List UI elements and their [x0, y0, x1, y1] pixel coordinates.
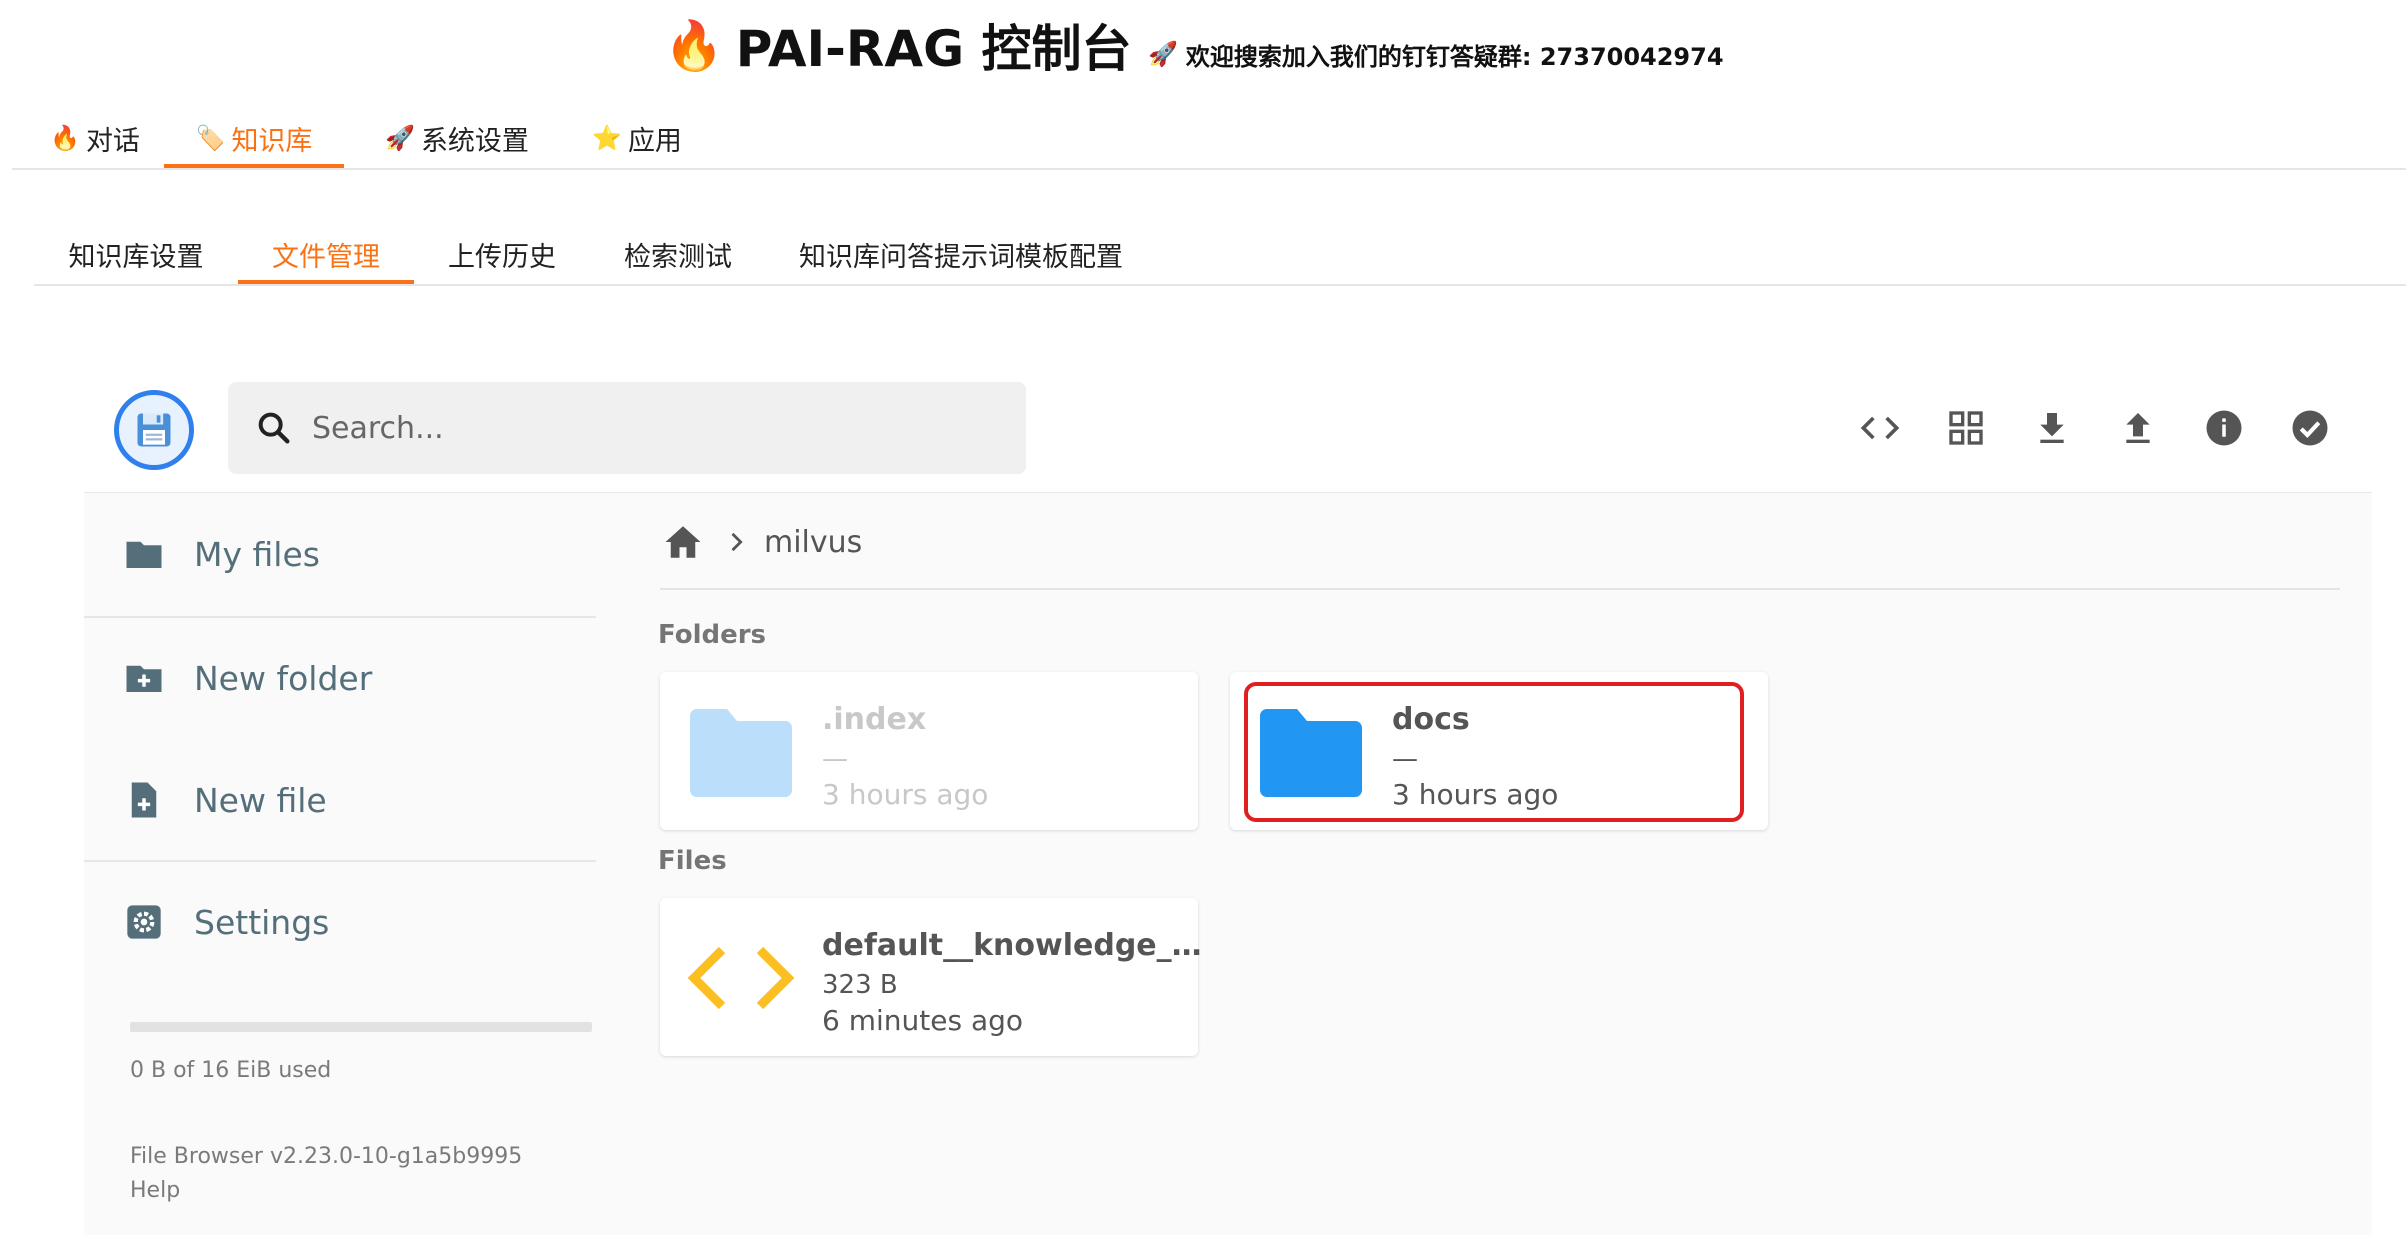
sub-tab-bar: 知识库设置 文件管理 上传历史 检索测试 知识库问答提示词模板配置: [34, 226, 2406, 286]
tab-apps[interactable]: ⭐ 应用: [582, 110, 692, 166]
file-card[interactable]: default__knowledge__d... 323 B 6 minutes…: [660, 898, 1202, 1056]
tab-retrieval-test[interactable]: 检索测试: [590, 226, 766, 282]
fire-icon: 🔥: [50, 124, 80, 152]
version-text: File Browser v2.23.0-10-g1a5b9995: [130, 1144, 523, 1169]
breadcrumb-divider: [660, 588, 2340, 590]
header-notice-text: 欢迎搜索加入我们的钉钉答疑群: 27370042974: [1185, 42, 1724, 71]
folder-size: —: [1392, 744, 1418, 774]
search-icon: [258, 412, 290, 444]
folder-modified-time: 3 hours ago: [822, 778, 989, 811]
tab-apps-label: 应用: [627, 125, 682, 157]
folder-icon: [690, 709, 792, 797]
home-icon[interactable]: [662, 521, 704, 563]
top-tab-bar: 🔥 对话 🏷️ 知识库 🚀 系统设置 ⭐ 应用: [12, 110, 2406, 170]
tab-knowledge-base[interactable]: 🏷️ 知识库: [164, 110, 344, 168]
chevron-right-icon: [731, 532, 743, 552]
sidebar-new-folder-label: New folder: [194, 658, 373, 698]
sidebar-settings[interactable]: Settings: [84, 862, 594, 982]
folder-icon: [1260, 709, 1362, 797]
tab-chat[interactable]: 🔥 对话: [40, 110, 150, 166]
create-folder-icon: [122, 656, 166, 700]
sidebar-my-files-label: My files: [194, 534, 320, 574]
search-bar[interactable]: [228, 382, 1026, 474]
folder-card-index[interactable]: .index — 3 hours ago: [660, 672, 1198, 830]
star-icon: ⭐: [592, 124, 622, 152]
sidebar-my-files[interactable]: My files: [84, 494, 594, 614]
upload-icon: [2126, 413, 2150, 443]
help-link[interactable]: Help: [130, 1178, 180, 1203]
filebrowser-logo[interactable]: [114, 390, 194, 470]
storage-progress-bar: [130, 1022, 592, 1032]
folder-card-docs[interactable]: docs — 3 hours ago: [1230, 672, 1768, 830]
tab-retrieval-test-label: 检索测试: [624, 241, 732, 273]
label-icon: 🏷️: [195, 124, 226, 152]
search-input[interactable]: [310, 409, 994, 447]
tab-upload-history-label: 上传历史: [448, 241, 556, 273]
tab-system-settings[interactable]: 🚀 系统设置: [372, 110, 542, 166]
download-button[interactable]: [2028, 404, 2076, 452]
sidebar-new-folder[interactable]: New folder: [84, 618, 594, 738]
files-section-label: Files: [658, 846, 727, 876]
tab-prompt-template[interactable]: 知识库问答提示词模板配置: [766, 226, 1156, 282]
tab-file-management[interactable]: 文件管理: [238, 226, 414, 284]
folder-name: docs: [1392, 702, 1470, 737]
folder-modified-time: 3 hours ago: [1392, 778, 1559, 811]
file-name: default__knowledge__d...: [822, 928, 1202, 963]
file-size: 323 B: [822, 970, 898, 1000]
check-circle-icon: [2292, 410, 2328, 446]
select-button[interactable]: [2286, 404, 2334, 452]
info-button[interactable]: [2200, 404, 2248, 452]
switch-view-button[interactable]: [1942, 404, 1990, 452]
breadcrumb: milvus: [662, 512, 862, 572]
tab-file-management-label: 文件管理: [272, 241, 380, 273]
tab-chat-label: 对话: [85, 125, 140, 157]
tab-prompt-template-label: 知识库问答提示词模板配置: [799, 241, 1123, 273]
sidebar-settings-label: Settings: [194, 902, 330, 942]
header-notice: 🚀 欢迎搜索加入我们的钉钉答疑群: 27370042974: [1148, 34, 1724, 74]
toggle-code-button[interactable]: [1856, 404, 1904, 452]
rocket-icon: 🚀: [385, 124, 415, 152]
app-title: 🔥 PAI-RAG 控制台: [664, 10, 1132, 80]
tab-knowledge-base-label: 知识库: [231, 125, 313, 157]
sidebar-new-file-label: New file: [194, 780, 327, 820]
storage-usage-text: 0 B of 16 EiB used: [130, 1058, 332, 1083]
folder-size: —: [822, 744, 848, 774]
upload-button[interactable]: [2114, 404, 2162, 452]
download-icon: [2040, 413, 2064, 443]
info-icon: [2206, 410, 2242, 446]
settings-icon: [122, 900, 166, 944]
grid-view-icon: [1949, 411, 1983, 445]
tab-system-settings-label: 系统设置: [420, 125, 529, 157]
breadcrumb-current-folder[interactable]: milvus: [764, 525, 862, 560]
code-icon: [1860, 416, 1900, 440]
create-file-icon: [122, 778, 166, 822]
folder-icon: [122, 532, 166, 576]
tab-kb-settings-label: 知识库设置: [68, 241, 204, 273]
rocket-icon: 🚀: [1148, 40, 1178, 68]
tab-upload-history[interactable]: 上传历史: [414, 226, 590, 282]
app-title-text: PAI-RAG 控制台: [735, 20, 1132, 78]
tab-kb-settings[interactable]: 知识库设置: [34, 226, 238, 282]
folder-name: .index: [822, 702, 927, 737]
sidebar-new-file[interactable]: New file: [84, 740, 594, 860]
file-modified-time: 6 minutes ago: [822, 1004, 1024, 1037]
folders-section-label: Folders: [658, 620, 767, 650]
fire-icon: 🔥: [664, 17, 724, 74]
code-file-icon: [687, 946, 795, 1010]
floppy-disk-icon: [137, 413, 171, 447]
